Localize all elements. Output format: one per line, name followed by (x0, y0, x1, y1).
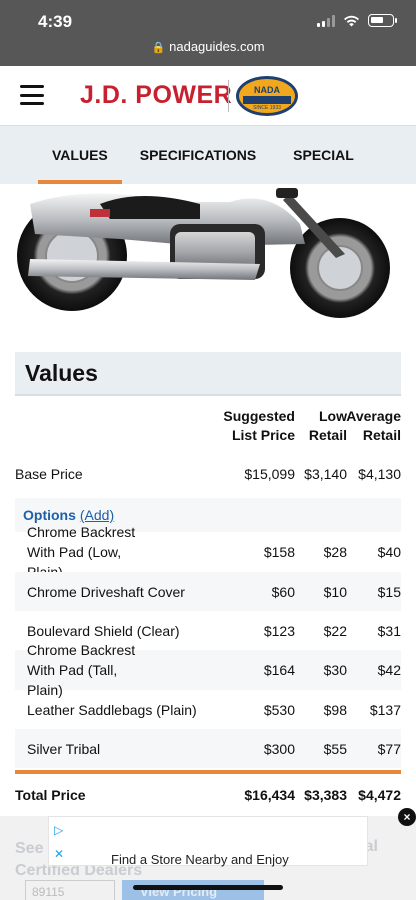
list-price: $164 (263, 662, 295, 678)
low-retail: $28 (323, 544, 347, 560)
values-heading: Values (15, 352, 401, 396)
logo-divider (228, 80, 229, 112)
price-table: Suggested List Price Low Retail Average Ret… (15, 400, 401, 816)
average-retail: $4,472 (358, 787, 401, 803)
view-pricing-button[interactable]: View Pricing (122, 880, 264, 900)
ad-text: Find a Store Nearby and Enjoy (111, 852, 289, 867)
average-retail: $31 (377, 622, 401, 639)
address-bar[interactable]: 🔒 nadaguides.com (0, 39, 416, 54)
values-title: Values (25, 360, 98, 386)
options-label: Options (23, 507, 76, 523)
base-price-row: Base Price $15,099 $3,140 $4,130 (15, 450, 401, 498)
option-row: Leather Saddlebags (Plain) $530 $98 $137 (15, 690, 401, 729)
low-retail: $55 (323, 740, 347, 757)
tab-bar: VALUES SPECIFICATIONS SPECIAL NOTES (0, 126, 416, 221)
option-row: Silver Tribal $300 $55 $77 (15, 729, 401, 768)
close-ad-button[interactable]: × (398, 808, 416, 826)
wifi-icon (344, 15, 359, 26)
list-price: $158 (263, 544, 295, 560)
average-retail: $42 (377, 662, 401, 678)
row-label: Total Price (15, 787, 86, 803)
table-header: Suggested List Price Low Retail Average Ret… (15, 400, 401, 450)
option-row: Chrome Driveshaft Cover $60 $10 $15 (15, 572, 401, 611)
option-row: Chrome Backrest With Pad (Low, Plain) $1… (15, 524, 401, 580)
col-low-retail: Low Retail (308, 408, 347, 443)
option-name: Leather Saddlebags (Plain) (27, 701, 197, 718)
average-retail: $4,130 (358, 466, 401, 482)
status-time: 4:39 (38, 12, 73, 31)
low-retail: $22 (323, 622, 347, 639)
lock-icon: 🔒 (151, 42, 166, 54)
option-name: Chrome Driveshaft Cover (27, 583, 185, 600)
average-retail: $137 (369, 701, 401, 718)
low-retail: $3,140 (304, 466, 347, 482)
low-retail: $98 (323, 701, 347, 718)
tab-specifications[interactable]: SPECIFICATIONS (126, 126, 270, 184)
ad-banner[interactable]: ▷ ✕ Find a Store Nearby and Enjoy (48, 816, 368, 867)
low-retail: $30 (323, 662, 347, 678)
home-indicator[interactable] (133, 885, 283, 890)
status-bar: 4:39 🔒 nadaguides.com (0, 0, 416, 66)
status-icons (317, 14, 397, 27)
low-retail: $10 (323, 583, 347, 600)
list-price: $15,099 (244, 466, 295, 482)
motorcycle-image (0, 184, 416, 334)
col-average-retail: Average Retail (346, 408, 401, 443)
ad-x-icon[interactable]: ✕ (54, 847, 64, 861)
list-price: $530 (263, 701, 295, 718)
nada-guides-logo[interactable]: NADA SINCE 1933 (236, 76, 298, 116)
option-row: Chrome Backrest With Pad (Tall, Plain) $… (15, 642, 401, 698)
jd-power-logo[interactable]: J.D. POWER (80, 81, 232, 110)
row-label: Base Price (15, 466, 83, 482)
total-price-row: Total Price $16,434 $3,383 $4,472 (15, 774, 401, 816)
option-name: Silver Tribal (27, 740, 101, 757)
ad-choices-icon[interactable]: ▷ (54, 823, 63, 837)
tab-values[interactable]: VALUES (38, 126, 122, 184)
site-header: J.D. POWER NADA SINCE 1933 (0, 66, 416, 126)
col-suggested-list-price: Suggested List Price (223, 408, 295, 443)
zip-input[interactable]: 89115 (25, 880, 115, 900)
average-retail: $40 (377, 544, 401, 560)
cellular-signal-icon (317, 14, 335, 27)
add-options-link[interactable]: (Add) (80, 507, 114, 523)
list-price: $300 (263, 740, 295, 757)
list-price: $60 (271, 583, 295, 600)
menu-icon[interactable] (20, 85, 44, 105)
battery-icon (368, 14, 397, 27)
url-text: nadaguides.com (169, 39, 265, 54)
option-name: Boulevard Shield (Clear) (27, 622, 180, 639)
average-retail: $77 (377, 740, 401, 757)
tab-special-notes[interactable]: SPECIAL NOTES (279, 126, 416, 221)
list-price: $16,434 (244, 787, 295, 803)
low-retail: $3,383 (304, 787, 347, 803)
average-retail: $15 (377, 583, 401, 600)
list-price: $123 (263, 622, 295, 639)
